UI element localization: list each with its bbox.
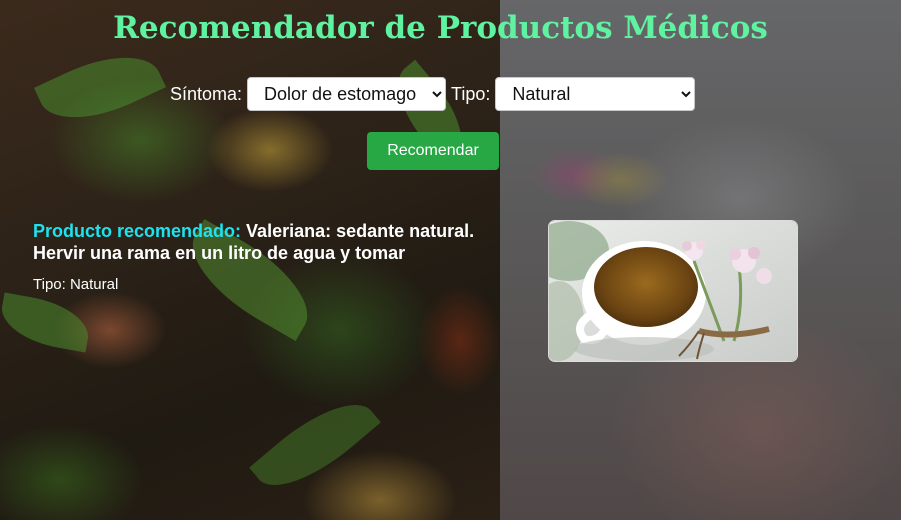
- valerian-tea-photo: [548, 220, 798, 362]
- type-select[interactable]: Natural: [495, 77, 696, 111]
- recommendation-label: Producto recomendado:: [33, 221, 242, 241]
- symptom-select[interactable]: Dolor de estomago: [247, 77, 447, 111]
- page-title: Recomendador de Productos Médicos: [113, 10, 768, 46]
- recommendation-result: Producto recomendado: Valeriana: sedante…: [33, 220, 503, 293]
- leaf-decoration: [0, 292, 94, 353]
- leaf-decoration: [249, 384, 381, 506]
- type-label: Tipo:: [451, 83, 491, 104]
- leaf-decoration: [33, 37, 167, 138]
- recommendation-text: Producto recomendado: Valeriana: sedante…: [33, 220, 503, 264]
- recommendation-form: Síntoma: Dolor de estomago Tipo: Natural: [170, 77, 696, 111]
- symptom-label: Síntoma:: [170, 83, 243, 104]
- product-type: Tipo: Natural: [33, 276, 119, 293]
- recommend-button[interactable]: Recomendar: [367, 132, 499, 170]
